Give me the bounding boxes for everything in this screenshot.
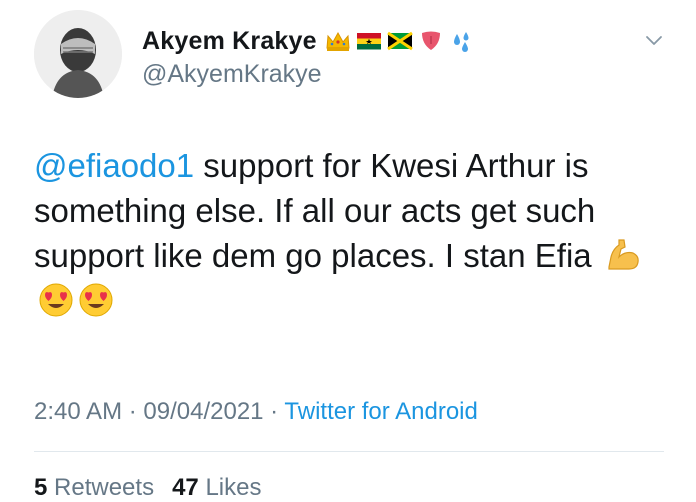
meta-separator: · <box>263 398 285 425</box>
crown-emoji-icon <box>326 31 350 51</box>
tweet-source-link[interactable]: Twitter for Android <box>284 398 477 425</box>
heart-eyes-emoji-icon <box>39 283 73 317</box>
heart-eyes-emoji-icon <box>79 283 113 317</box>
chevron-down-icon[interactable] <box>644 30 664 50</box>
name-badges <box>325 30 475 52</box>
likes-stat[interactable]: 47 Likes <box>172 474 261 501</box>
tweet-text: @efiaodo1 support for Kwesi Arthur is so… <box>34 143 674 323</box>
likes-label: Likes <box>205 474 262 501</box>
divider <box>34 451 664 452</box>
tweet-card: Akyem Krakye @AkyemKrakye @efiaodo1 supp… <box>0 0 696 502</box>
retweets-stat[interactable]: 5 Retweets <box>34 474 154 501</box>
retweets-label: Retweets <box>54 474 155 501</box>
flexed-biceps-emoji-icon <box>608 239 639 270</box>
meta-separator: · <box>122 398 144 425</box>
ghana-flag-icon <box>356 33 381 50</box>
avatar[interactable] <box>34 10 122 98</box>
display-name[interactable]: Akyem Krakye <box>142 27 317 56</box>
sweat-droplets-emoji-icon <box>453 32 469 52</box>
tweet-stats: 5 Retweets 47 Likes <box>34 474 261 502</box>
tweet-date[interactable]: 09/04/2021 <box>143 398 263 425</box>
tongue-emoji-icon <box>421 31 440 50</box>
tweet-time[interactable]: 2:40 AM <box>34 398 122 425</box>
author-handle[interactable]: @AkyemKrakye <box>142 60 322 89</box>
jamaica-flag-icon <box>386 31 413 51</box>
tweet-meta: 2:40 AM · 09/04/2021 · Twitter for Andro… <box>34 398 478 426</box>
mention-link[interactable]: @efiaodo1 <box>34 147 194 184</box>
retweets-count: 5 <box>34 474 48 501</box>
likes-count: 47 <box>172 474 199 501</box>
author-name-row: Akyem Krakye <box>142 24 475 58</box>
